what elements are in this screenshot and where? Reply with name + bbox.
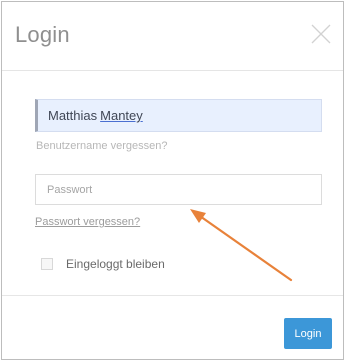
login-dialog: Login Matthias Mantey Benutzername verges… bbox=[1, 1, 344, 360]
dialog-header: Login bbox=[2, 2, 343, 71]
forgot-password-link[interactable]: Passwort vergessen? bbox=[35, 216, 140, 228]
remember-me-row[interactable]: Eingeloggt bleiben bbox=[41, 255, 165, 273]
remember-me-checkbox[interactable] bbox=[41, 258, 53, 270]
close-icon[interactable] bbox=[309, 22, 333, 46]
login-button[interactable]: Login bbox=[284, 318, 332, 349]
username-first-name: Matthias bbox=[48, 108, 98, 123]
remember-me-label: Eingeloggt bleiben bbox=[66, 257, 165, 271]
forgot-username-link[interactable]: Benutzername vergessen? bbox=[36, 140, 167, 152]
username-last-name: Mantey bbox=[100, 108, 143, 123]
footer-divider bbox=[2, 295, 343, 296]
username-input[interactable]: Matthias Mantey bbox=[35, 99, 322, 132]
dialog-title: Login bbox=[15, 22, 70, 47]
password-input[interactable] bbox=[35, 174, 322, 205]
